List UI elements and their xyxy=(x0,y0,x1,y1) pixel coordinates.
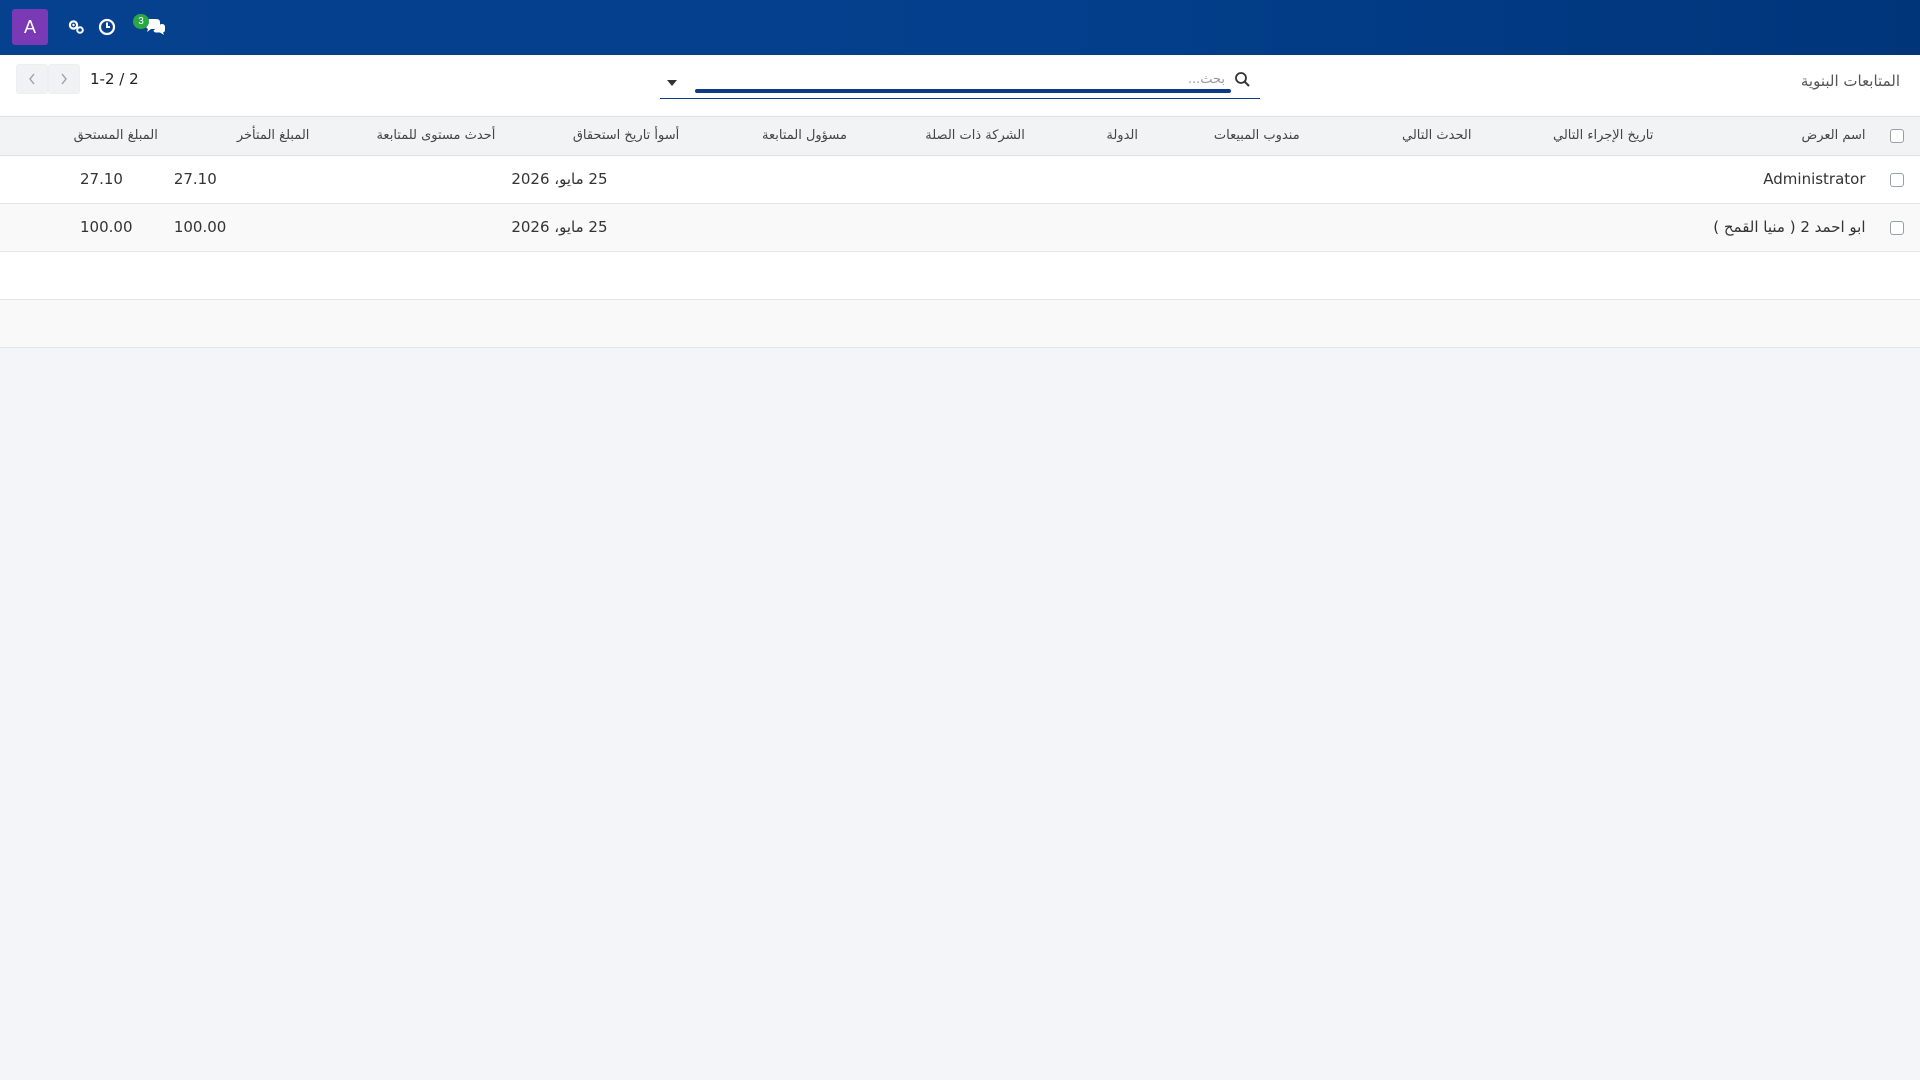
row-select-cell xyxy=(1873,203,1920,252)
empty-row-cell xyxy=(0,251,1920,300)
empty-row-cell xyxy=(0,299,1920,348)
cell-next-action-date xyxy=(1479,155,1662,204)
search-input[interactable] xyxy=(695,67,1225,91)
col-next-action-date[interactable]: تاريخ الإجراء التالي xyxy=(1479,117,1662,156)
col-related-company[interactable]: الشركة ذات الصلة xyxy=(854,117,1033,156)
cell-related-company xyxy=(854,203,1033,252)
cell-related-company xyxy=(854,155,1033,204)
cell-display-name: Administrator xyxy=(1661,155,1874,204)
notification-badge: 3 xyxy=(133,14,149,29)
clock-icon[interactable] xyxy=(96,16,118,38)
caret-down-icon xyxy=(667,80,677,86)
row-select-cell xyxy=(1873,155,1920,204)
search-options-toggle[interactable] xyxy=(660,73,684,93)
pager-previous-button[interactable] xyxy=(16,64,48,94)
cell-followup-responsible xyxy=(687,155,855,204)
cell-country xyxy=(1032,203,1146,252)
row-checkbox[interactable] xyxy=(1889,172,1904,187)
cell-country xyxy=(1032,155,1146,204)
cell-latest-followup-level xyxy=(317,203,504,252)
cell-display-name: ابو احمد 2 ( منيا القمح ) xyxy=(1661,203,1874,252)
search-bar xyxy=(660,67,1260,99)
search-focus-bar xyxy=(695,89,1231,93)
col-salesperson[interactable]: مندوب المبيعات xyxy=(1145,117,1308,156)
cell-due-amount: 27.10 xyxy=(0,155,166,204)
cell-overdue-amount: 100.00 xyxy=(165,203,318,252)
col-followup-responsible[interactable]: مسؤول المتابعة xyxy=(687,117,855,156)
cell-due-amount: 100.00 xyxy=(0,203,166,252)
table-row-empty xyxy=(0,251,1920,300)
cell-next-event xyxy=(1307,203,1480,252)
select-all-checkbox[interactable] xyxy=(1889,128,1904,143)
col-next-event[interactable]: الحدث التالي xyxy=(1307,117,1480,156)
cell-next-action-date xyxy=(1479,203,1662,252)
pager-value[interactable]: 1-2 / 2 xyxy=(90,70,139,88)
row-checkbox[interactable] xyxy=(1889,220,1904,235)
cell-followup-responsible xyxy=(687,203,855,252)
followups-table: اسم العرض تاريخ الإجراء التالي الحدث الت… xyxy=(0,117,1920,348)
table-row[interactable]: Administrator 25 مايو، 2026 27.10 27.10 xyxy=(0,155,1920,204)
col-country[interactable]: الدولة xyxy=(1032,117,1146,156)
chevron-right-icon xyxy=(61,73,67,85)
settings-gears-icon[interactable] xyxy=(65,16,87,38)
col-latest-followup-level[interactable]: أحدث مستوى للمتابعة xyxy=(317,117,504,156)
search-icon[interactable] xyxy=(1234,71,1252,89)
table-row-empty xyxy=(0,299,1920,348)
cell-worst-due-date: 25 مايو، 2026 xyxy=(503,155,688,204)
col-due-amount[interactable]: المبلغ المستحق xyxy=(0,117,166,156)
top-navbar: A 3 xyxy=(0,0,1920,55)
col-worst-due-date[interactable]: أسوأ تاريخ استحقاق xyxy=(503,117,688,156)
col-overdue-amount[interactable]: المبلغ المتأخر xyxy=(165,117,318,156)
cell-salesperson xyxy=(1145,155,1308,204)
table-header-row: اسم العرض تاريخ الإجراء التالي الحدث الت… xyxy=(0,117,1920,156)
col-display-name[interactable]: اسم العرض xyxy=(1661,117,1874,156)
col-due-amount-label: المبلغ المستحق xyxy=(73,128,158,144)
control-panel: 1-2 / 2 المتابعات البنوية xyxy=(0,55,1920,117)
select-all-header xyxy=(1873,117,1920,156)
chevron-left-icon xyxy=(29,73,35,85)
cell-next-event xyxy=(1307,155,1480,204)
cell-latest-followup-level xyxy=(317,155,504,204)
cell-salesperson xyxy=(1145,203,1308,252)
user-avatar[interactable]: A xyxy=(12,9,48,45)
breadcrumb: المتابعات البنوية xyxy=(1800,72,1900,90)
cell-overdue-amount: 27.10 xyxy=(165,155,318,204)
pager-next-button[interactable] xyxy=(48,64,80,94)
table-row[interactable]: ابو احمد 2 ( منيا القمح ) 25 مايو، 2026 … xyxy=(0,203,1920,252)
cell-worst-due-date: 25 مايو، 2026 xyxy=(503,203,688,252)
